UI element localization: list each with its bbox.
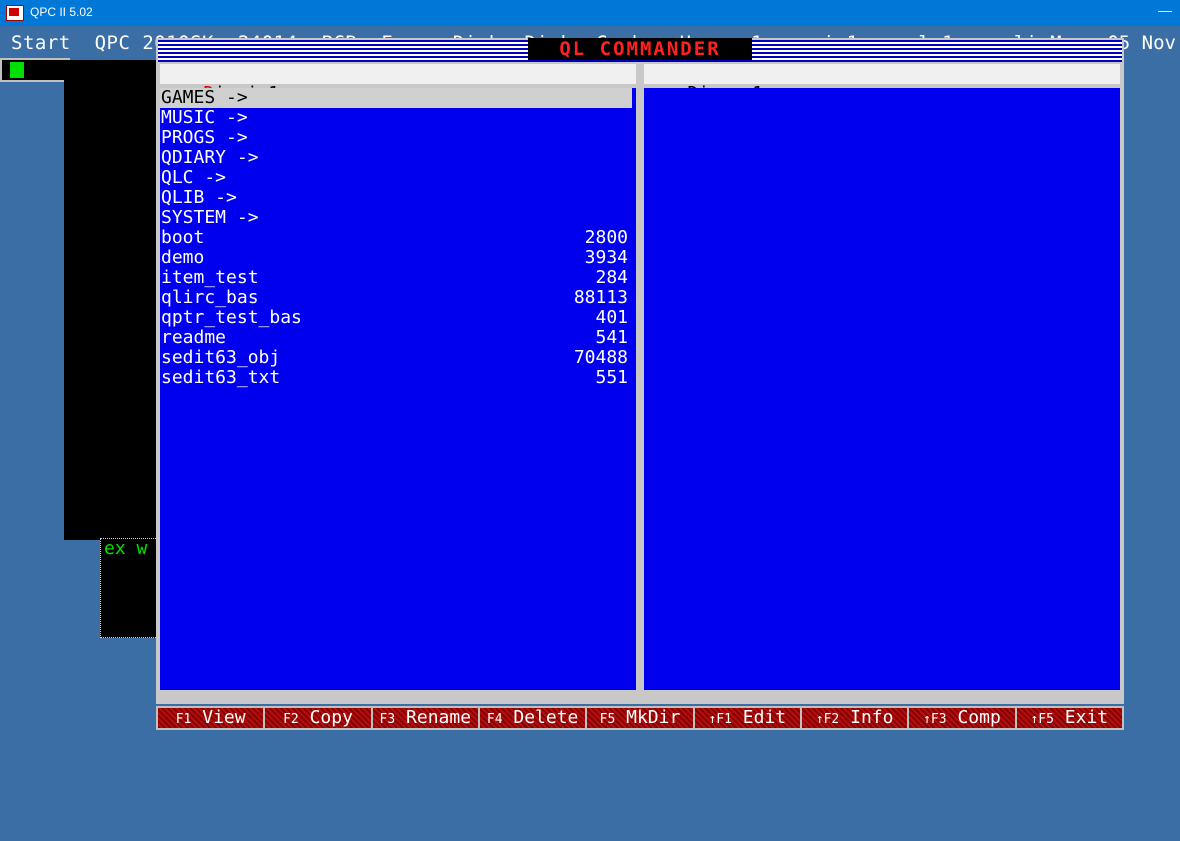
- file-row[interactable]: item_test 284: [160, 268, 632, 288]
- file-name: QDIARY ->: [161, 147, 259, 168]
- fkey-label: MkDir: [626, 707, 681, 728]
- right-file-list[interactable]: [644, 88, 1120, 690]
- fkey-label: Exit: [1064, 707, 1109, 728]
- fkey-label: Comp: [957, 707, 1001, 728]
- file-name: readme: [161, 327, 227, 348]
- fkey-label: Delete: [513, 707, 579, 728]
- directory-row[interactable]: QLIB ->: [160, 188, 632, 208]
- file-row[interactable]: readme 541: [160, 328, 632, 348]
- file-name: qlirc_bas: [161, 287, 259, 308]
- fkey-comp-button[interactable]: ↑F3 Comp: [909, 707, 1017, 728]
- fkey-label: View: [202, 707, 246, 728]
- cursor-block: [10, 62, 24, 78]
- fkey-label: Edit: [742, 707, 787, 728]
- directory-row[interactable]: PROGS ->: [160, 128, 632, 148]
- function-key-bar: F1 View F2 Copy F3 Rename F4 Delete F5 MkDir…: [156, 706, 1124, 730]
- basic-window-text: ex w: [104, 538, 148, 559]
- left-dir-field[interactable]: Dirwin1_: [160, 64, 636, 104]
- fkey-name: F1: [175, 712, 192, 727]
- fkey-info-button[interactable]: ↑F2 Info: [802, 707, 910, 728]
- file-name: demo: [161, 247, 205, 268]
- app-titlebar: QPC II 5.02 —: [0, 0, 1180, 26]
- fkey-label: Rename: [406, 707, 472, 728]
- file-size: 2800: [584, 227, 628, 248]
- file-size: 401: [595, 307, 628, 328]
- file-name: sedit63_obj: [161, 347, 281, 368]
- directory-row[interactable]: SYSTEM ->: [160, 208, 632, 228]
- fkey-mkdir-button[interactable]: F5 MkDir: [587, 707, 695, 728]
- qpc-app-icon[interactable]: [6, 5, 24, 21]
- file-name: SYSTEM ->: [161, 207, 259, 228]
- file-name: PROGS ->: [161, 127, 248, 148]
- fkey-name: F3: [379, 712, 396, 727]
- file-size: 3934: [584, 247, 628, 268]
- fkey-name: F2: [283, 712, 299, 727]
- commander-title: QL COMMANDER: [528, 38, 752, 60]
- directory-row[interactable]: MUSIC ->: [160, 108, 632, 128]
- directory-row[interactable]: GAMES ->: [160, 88, 632, 108]
- file-row[interactable]: demo 3934: [160, 248, 632, 268]
- ql-commander-window: QL COMMANDER Dirwin1_ Dirram1_ GAMES ->M…: [156, 38, 1124, 704]
- file-row[interactable]: sedit63_obj 70488: [160, 348, 632, 368]
- left-file-list[interactable]: GAMES -> MUSIC -> PROGS -> QDIARY -> QLC -> Q…: [160, 88, 636, 690]
- fkey-name: ↑F3: [923, 712, 947, 727]
- fkey-name: F4: [486, 712, 503, 727]
- fkey-edit-button[interactable]: ↑F1 Edit: [695, 708, 802, 728]
- file-name: item_test: [161, 267, 259, 288]
- file-name: sedit63_txt: [161, 367, 281, 388]
- directory-row[interactable]: QDIARY ->: [160, 148, 632, 168]
- bg-input-strip: [0, 58, 70, 82]
- window-title: QPC II 5.02: [30, 5, 93, 19]
- directory-row[interactable]: QLC ->: [160, 168, 632, 188]
- fkey-view-button[interactable]: F1 View: [158, 707, 266, 728]
- fkey-name: ↑F5: [1030, 712, 1054, 727]
- fkey-label: Copy: [309, 707, 353, 728]
- file-name: qptr_test_bas: [161, 307, 302, 328]
- file-size: 551: [595, 367, 628, 388]
- file-size: 541: [595, 327, 628, 348]
- fkey-label: Info: [850, 707, 894, 728]
- fkey-name: F5: [599, 712, 616, 727]
- file-row[interactable]: qlirc_bas 88113: [160, 288, 632, 308]
- fkey-exit-button[interactable]: ↑F5 Exit: [1017, 708, 1122, 728]
- file-row[interactable]: qptr_test_bas 401: [160, 308, 632, 328]
- fkey-delete-button[interactable]: F4 Delete: [480, 707, 588, 728]
- file-row[interactable]: sedit63_txt 551: [160, 368, 632, 388]
- minimize-button[interactable]: —: [1158, 2, 1174, 22]
- fkey-rename-button[interactable]: F3 Rename: [373, 708, 480, 728]
- file-name: QLIB ->: [161, 187, 237, 208]
- background-window[interactable]: [64, 60, 160, 540]
- fkey-name: ↑F2: [815, 712, 840, 727]
- file-name: MUSIC ->: [161, 107, 248, 128]
- file-name: boot: [161, 227, 205, 248]
- file-name: GAMES ->: [161, 87, 248, 108]
- file-size: 284: [595, 267, 628, 288]
- file-row[interactable]: boot 2800: [160, 228, 632, 248]
- file-size: 88113: [573, 287, 628, 308]
- file-name: QLC ->: [161, 167, 227, 188]
- file-size: 70488: [573, 347, 628, 368]
- fkey-copy-button[interactable]: F2 Copy: [265, 707, 373, 728]
- fkey-name: ↑F1: [708, 712, 732, 727]
- right-dir-field[interactable]: Dirram1_: [644, 64, 1120, 104]
